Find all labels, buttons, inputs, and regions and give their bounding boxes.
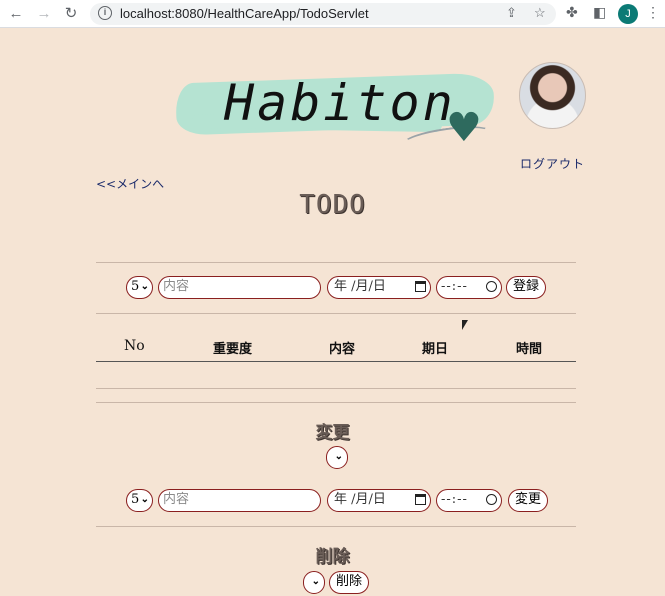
divider <box>96 402 576 403</box>
mouse-cursor-icon <box>462 320 468 330</box>
priority-value: 5 <box>131 492 140 507</box>
browser-toolbar: ← → ↻ i localhost:8080/HealthCareApp/Tod… <box>0 0 665 28</box>
date-placeholder: 年 /月/日 <box>334 279 386 294</box>
side-panel-icon[interactable]: ◧ <box>593 4 606 21</box>
habiton-logo: Habiton ♥ <box>172 72 502 155</box>
address-bar[interactable]: i localhost:8080/HealthCareApp/TodoServl… <box>90 3 556 25</box>
extensions-icon[interactable]: ✤ <box>566 4 578 21</box>
calendar-icon[interactable] <box>415 494 426 505</box>
back-arrow-icon[interactable]: ← <box>6 4 26 24</box>
more-menu-icon[interactable]: ⋮ <box>646 4 660 21</box>
table-header-content: 内容 <box>329 342 356 357</box>
user-avatar <box>519 62 586 129</box>
time-placeholder: --:-- <box>441 279 468 294</box>
divider <box>96 262 576 263</box>
table-header-due-date: 期日 <box>422 342 449 357</box>
address-url[interactable]: localhost:8080/HealthCareApp/TodoServlet <box>120 6 369 21</box>
reload-icon[interactable]: ↻ <box>61 4 81 24</box>
edit-time-input[interactable]: --:-- <box>436 489 502 512</box>
priority-value: 5 <box>131 279 140 294</box>
edit-date-input[interactable]: 年 /月/日 <box>327 489 431 512</box>
forward-arrow-icon[interactable]: → <box>34 4 54 24</box>
change-button[interactable]: 変更 <box>508 489 548 512</box>
delete-button[interactable]: 削除 <box>329 571 369 594</box>
calendar-icon[interactable] <box>415 281 426 292</box>
chevron-down-icon: ⌄ <box>311 576 320 587</box>
table-header-priority: 重要度 <box>213 342 253 357</box>
divider <box>96 313 576 314</box>
edit-priority-select[interactable]: 5 ⌄ <box>126 489 153 512</box>
delete-todo-select[interactable]: ⌄ <box>303 571 325 594</box>
site-info-icon[interactable]: i <box>98 6 112 20</box>
time-input[interactable]: --:-- <box>436 276 502 299</box>
priority-select[interactable]: 5 ⌄ <box>126 276 153 299</box>
edit-todo-select[interactable]: ⌄ <box>326 446 348 469</box>
delete-heading: 削除 <box>315 547 350 567</box>
date-input[interactable]: 年 /月/日 <box>327 276 431 299</box>
share-icon[interactable]: ⇪ <box>506 5 517 21</box>
divider <box>96 388 576 389</box>
edit-heading: 変更 <box>315 423 350 443</box>
profile-avatar[interactable]: J <box>618 4 638 24</box>
table-header-time: 時間 <box>516 342 543 357</box>
edit-content-input[interactable]: 内容 <box>158 489 321 512</box>
register-button[interactable]: 登録 <box>506 276 546 299</box>
chevron-down-icon: ⌄ <box>140 494 149 505</box>
clock-icon[interactable] <box>486 494 497 505</box>
date-placeholder: 年 /月/日 <box>334 492 386 507</box>
logout-link[interactable]: ログアウト <box>520 155 585 172</box>
time-placeholder: --:-- <box>441 492 468 507</box>
chevron-down-icon: ⌄ <box>334 451 343 462</box>
heart-icon: ♥ <box>446 105 482 151</box>
table-header-no: No <box>124 338 145 354</box>
chevron-down-icon: ⌄ <box>140 281 149 292</box>
clock-icon[interactable] <box>486 281 497 292</box>
table-header-underline <box>96 361 576 362</box>
page-title: TODO <box>299 190 366 220</box>
divider <box>96 526 576 527</box>
content-input[interactable]: 内容 <box>158 276 321 299</box>
logo-text: Habiton <box>224 74 456 132</box>
bookmark-star-icon[interactable]: ☆ <box>534 5 546 21</box>
